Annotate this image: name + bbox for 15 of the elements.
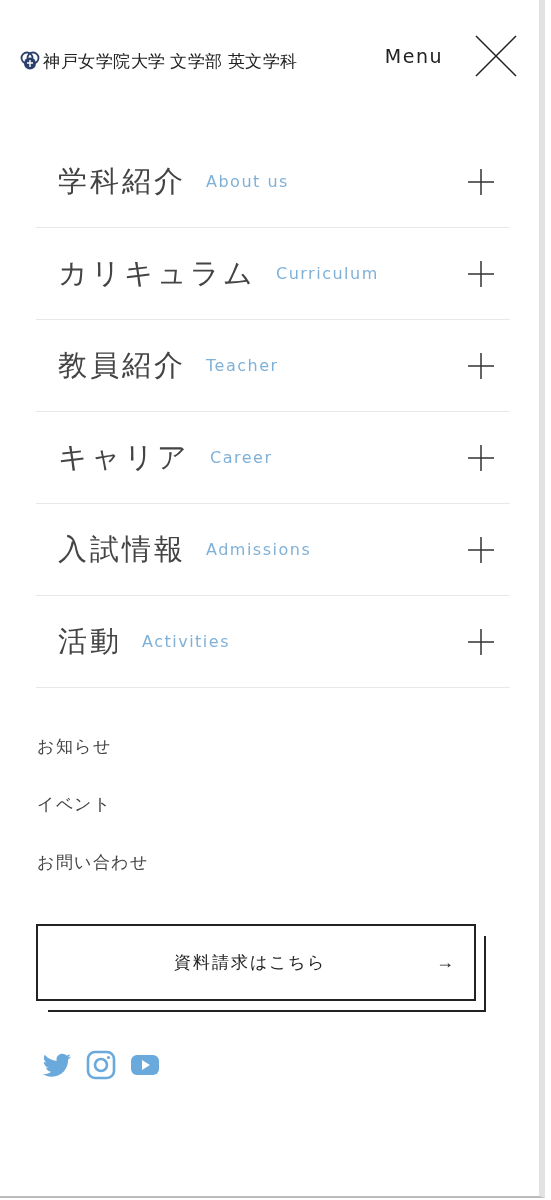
nav-item[interactable]: 活動 Activities <box>36 596 510 688</box>
nav-item[interactable]: 入試情報 Admissions <box>36 504 510 596</box>
nav-item[interactable]: キャリア Career <box>36 412 510 504</box>
nav-item[interactable]: 教員紹介 Teacher <box>36 320 510 412</box>
footer-link[interactable]: お知らせ <box>37 736 111 758</box>
site-logo-link[interactable]: 神戸女学院大学 文学部 英文学科 <box>20 49 298 73</box>
emblem-icon <box>20 51 40 71</box>
instagram-icon[interactable] <box>86 1050 116 1080</box>
footer-link[interactable]: イベント <box>37 794 111 816</box>
footer-link[interactable]: お問い合わせ <box>37 852 148 874</box>
close-icon[interactable] <box>475 35 517 77</box>
nav-item[interactable]: カリキュラム Curriculum <box>36 228 510 320</box>
menu-label: Menu <box>384 45 443 67</box>
nav-item[interactable]: 学科紹介 About us <box>36 136 510 228</box>
brochure-request-button[interactable]: 資料請求はこちら → <box>36 924 476 1001</box>
